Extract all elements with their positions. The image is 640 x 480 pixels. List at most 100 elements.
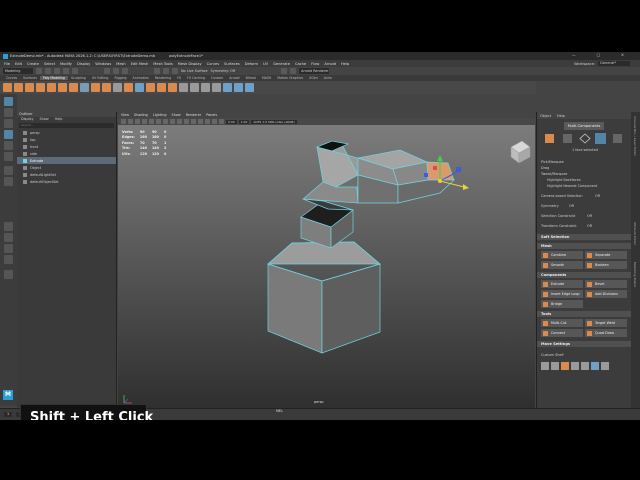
- target-weld-icon[interactable]: [190, 83, 199, 92]
- outliner-item-default-object-set[interactable]: defaultObjectSet: [17, 178, 116, 185]
- shelf-tab-anim[interactable]: Anim: [321, 76, 335, 80]
- rotate-tool-icon[interactable]: [4, 141, 13, 150]
- menu-set-dropdown[interactable]: Modeling: [3, 68, 33, 74]
- outliner-item-extrude[interactable]: Extrude: [17, 157, 116, 164]
- shelf-tab-arnold[interactable]: Arnold: [226, 76, 242, 80]
- grid-icon[interactable]: [142, 119, 147, 124]
- ipr-render-icon[interactable]: [290, 68, 297, 74]
- add-divisions-button[interactable]: Add Divisions: [585, 290, 627, 298]
- menu-mesh-display[interactable]: Mesh Display: [178, 62, 202, 66]
- symmetry-value[interactable]: Off: [569, 204, 574, 208]
- redo-icon[interactable]: [72, 68, 78, 74]
- image-plane-icon[interactable]: [135, 119, 140, 124]
- menu-select[interactable]: Select: [44, 62, 55, 66]
- menu-mesh[interactable]: Mesh: [116, 62, 125, 66]
- undo-icon[interactable]: [63, 68, 69, 74]
- shelf-tab-curves[interactable]: Curves: [3, 76, 20, 80]
- shelf-tab-fx-caching[interactable]: FX Caching: [184, 76, 208, 80]
- vp-menu-panels[interactable]: Panels: [206, 113, 217, 117]
- shelf-tab-uv-editing[interactable]: UV Editing: [89, 76, 112, 80]
- vp-menu-shading[interactable]: Shading: [134, 113, 148, 117]
- menu-mesh-tools[interactable]: Mesh Tools: [153, 62, 172, 66]
- lasso-tool-icon[interactable]: [4, 108, 13, 117]
- ambient-occlusion-icon[interactable]: [205, 119, 210, 124]
- menu-edit[interactable]: Edit: [15, 62, 22, 66]
- bridge-icon[interactable]: [157, 83, 166, 92]
- shelf-tab-fx[interactable]: FX: [174, 76, 184, 80]
- shelf-tab-animation[interactable]: Animation: [130, 76, 152, 80]
- renderer-dropdown[interactable]: Arnold Renderer: [299, 68, 330, 74]
- option-drag[interactable]: Drag: [541, 166, 549, 170]
- tools-section[interactable]: Tools: [537, 311, 632, 317]
- exposure-field[interactable]: 0.00: [226, 119, 237, 124]
- shelf-tab-rigging[interactable]: Rigging: [111, 76, 129, 80]
- menu-generate[interactable]: Generate: [273, 62, 290, 66]
- wireframe-icon[interactable]: [163, 119, 168, 124]
- layout-single-icon[interactable]: [4, 166, 13, 175]
- bevel-button[interactable]: Bevel: [585, 280, 627, 288]
- menu-flow[interactable]: Flow: [311, 62, 319, 66]
- base-cube-mesh[interactable]: [267, 241, 381, 354]
- viewport-canvas[interactable]: Verts: 90 90 0 Edges: 160 160 0 Faces: 70 70 1 Tr…: [118, 125, 535, 408]
- components-section[interactable]: Components: [537, 272, 632, 278]
- shelf-tab-poly-modeling[interactable]: Poly Modeling: [39, 76, 68, 80]
- menu-file[interactable]: File: [4, 62, 10, 66]
- move-settings-section[interactable]: Move Settings: [537, 341, 632, 347]
- combine-icon[interactable]: [91, 83, 100, 92]
- soft-selection-section[interactable]: Soft Selection: [537, 234, 632, 240]
- selection-constraint-value[interactable]: Off: [587, 214, 592, 218]
- bookmark-icon[interactable]: [128, 119, 133, 124]
- scale-tool-icon[interactable]: [4, 152, 13, 161]
- shelf-tab-mash[interactable]: MASH: [259, 76, 274, 80]
- poly-cube-icon[interactable]: [14, 83, 23, 92]
- insert-edge-loop-button[interactable]: Insert Edge Loop: [541, 290, 583, 298]
- mirror-icon[interactable]: [135, 83, 144, 92]
- resolution-gate-icon[interactable]: [156, 119, 161, 124]
- poly-cone-icon[interactable]: [36, 83, 45, 92]
- vp-menu-renderer[interactable]: Renderer: [186, 113, 201, 117]
- menu-deform[interactable]: Deform: [245, 62, 258, 66]
- snap-point-icon[interactable]: [172, 68, 178, 74]
- mesh-section[interactable]: Mesh: [537, 243, 632, 249]
- menu-help[interactable]: Help: [341, 62, 349, 66]
- planar-map-icon[interactable]: [234, 83, 243, 92]
- poly-disc-icon[interactable]: [69, 83, 78, 92]
- menu-cache[interactable]: Cache: [295, 62, 306, 66]
- extrude-icon[interactable]: [146, 83, 155, 92]
- outliner-item-front[interactable]: front: [17, 143, 116, 150]
- new-scene-icon[interactable]: [36, 68, 42, 74]
- quad-draw-button[interactable]: Quad Draw: [585, 329, 627, 337]
- paint-select-icon[interactable]: [4, 119, 13, 128]
- layout-persp-icon[interactable]: [4, 244, 13, 253]
- select-by-component-icon[interactable]: [122, 68, 128, 74]
- dock-tab-modelling-toolkit[interactable]: Modelling Toolkit: [633, 262, 637, 287]
- range-start-field[interactable]: 1: [4, 412, 13, 417]
- snap-curve-icon[interactable]: [163, 68, 169, 74]
- edge-mode-icon[interactable]: [579, 133, 591, 144]
- object-mode-icon[interactable]: [545, 134, 554, 143]
- vp-menu-view[interactable]: View: [121, 113, 129, 117]
- transform-constraint-value[interactable]: Off: [587, 224, 592, 228]
- menu-create[interactable]: Create: [27, 62, 39, 66]
- shelf-tab-sculpting[interactable]: Sculpting: [68, 76, 89, 80]
- checkbox-highlight-backfaces[interactable]: Highlight Backfaces: [547, 178, 581, 182]
- shelf-tool-icon[interactable]: [551, 362, 559, 370]
- shelf-tab-motion-graphics[interactable]: Motion Graphics: [274, 76, 306, 80]
- multi-cut-button[interactable]: Multi-Cut: [541, 319, 583, 327]
- shelf-tab-bifrost[interactable]: Bifrost: [243, 76, 259, 80]
- film-gate-icon[interactable]: [149, 119, 154, 124]
- shelf-tab-xgen[interactable]: XGen: [306, 76, 321, 80]
- outliner-item-top[interactable]: top: [17, 136, 116, 143]
- xray-icon[interactable]: [219, 119, 224, 124]
- shelf-tab-surfaces[interactable]: Surfaces: [20, 76, 40, 80]
- vertex-mode-icon[interactable]: [563, 134, 572, 143]
- outliner-item-object[interactable]: Object: [17, 164, 116, 171]
- camera-attributes-icon[interactable]: [121, 119, 126, 124]
- uv-mode-icon[interactable]: [613, 134, 622, 143]
- color-space-dropdown[interactable]: ACES 1.0 SDR-video (sRGB): [251, 119, 297, 124]
- quad-draw-icon[interactable]: [201, 83, 210, 92]
- close-icon[interactable]: ✕: [621, 53, 624, 57]
- shelf-tab-rendering[interactable]: Rendering: [152, 76, 174, 80]
- combine-button[interactable]: Combine: [541, 251, 583, 259]
- separate-button[interactable]: Separate: [585, 251, 627, 259]
